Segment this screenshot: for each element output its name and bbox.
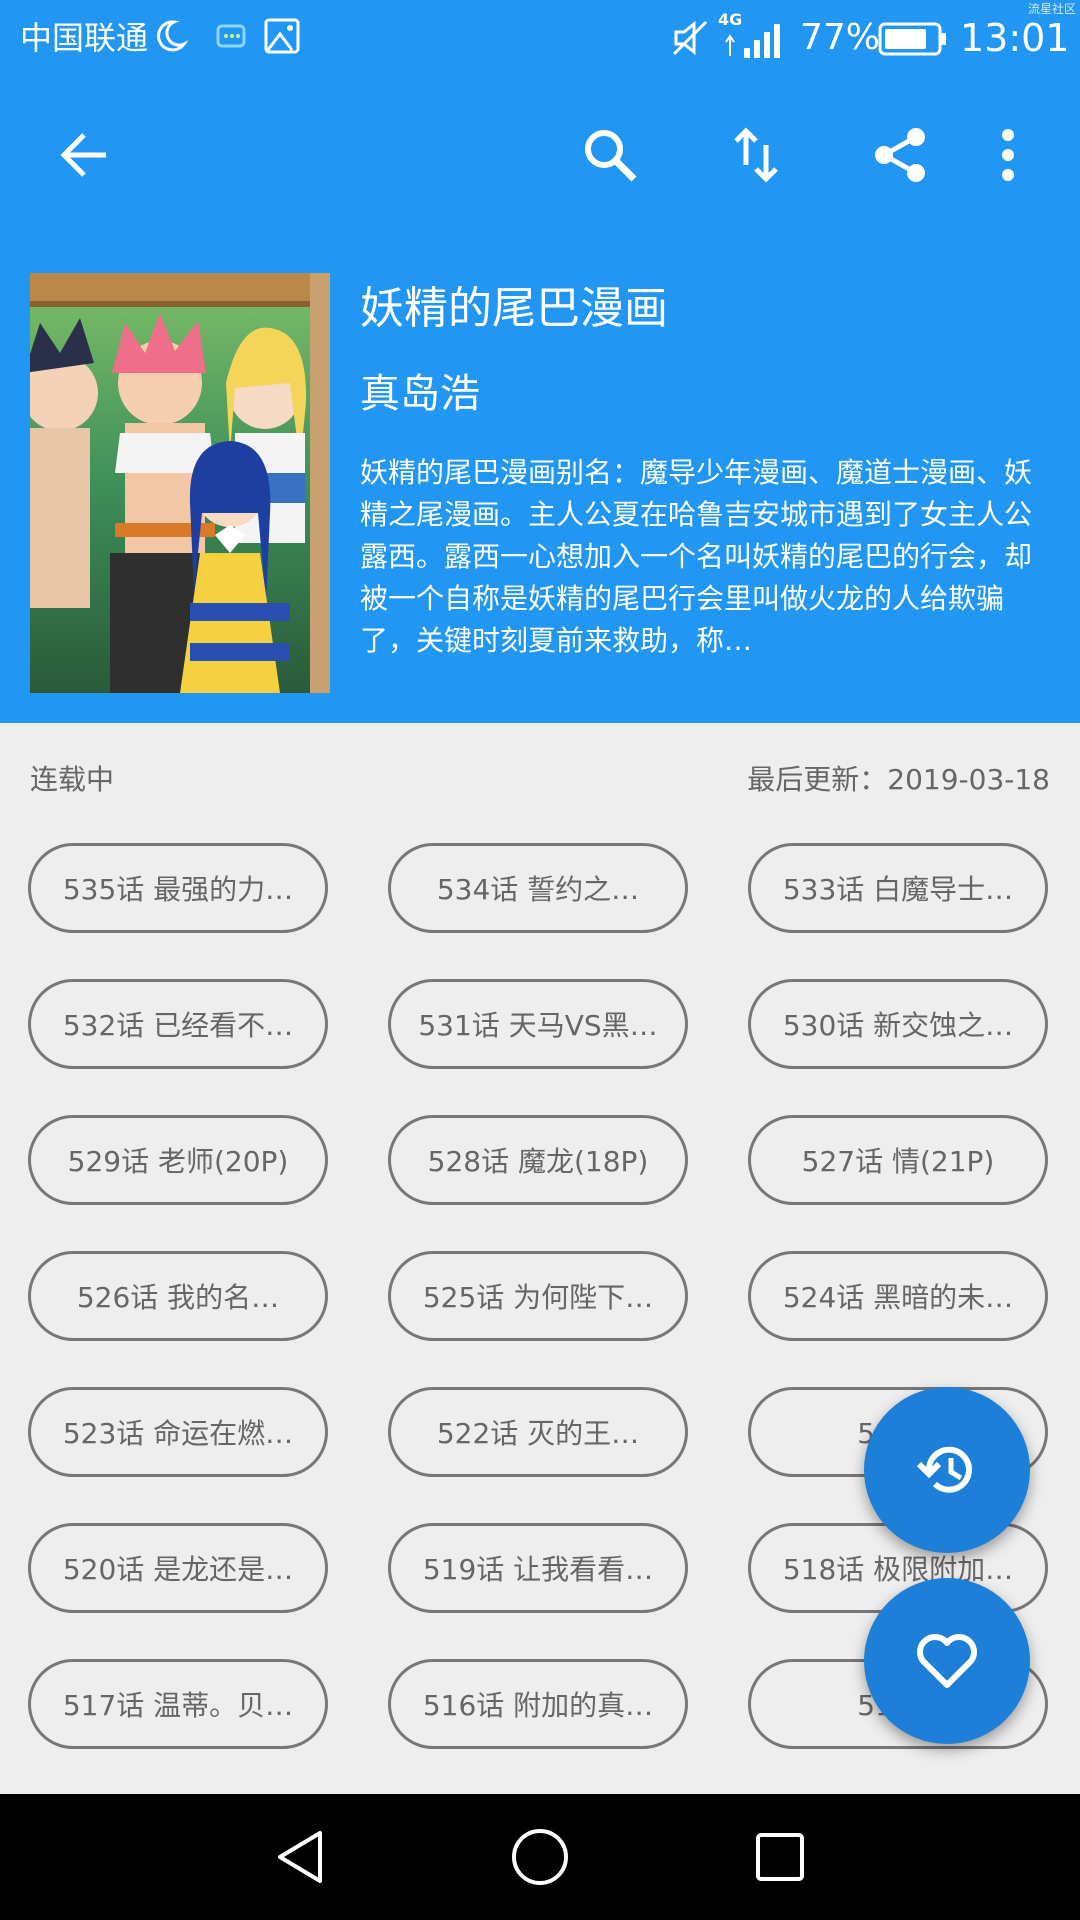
- chapter-chip[interactable]: 520话 是龙还是…: [28, 1523, 328, 1613]
- chapter-chip[interactable]: 527话 情(21P): [748, 1115, 1048, 1205]
- chapter-chip[interactable]: 525话 为何陛下…: [388, 1251, 688, 1341]
- chapter-chip[interactable]: 528话 魔龙(18P): [388, 1115, 688, 1205]
- favorite-fab[interactable]: [864, 1578, 1030, 1744]
- chapter-chip[interactable]: 534话 誓约之…: [388, 843, 688, 933]
- history-icon: [916, 1446, 972, 1493]
- chapter-chip[interactable]: 529话 老师(20P): [28, 1115, 328, 1205]
- nav-back-button[interactable]: [260, 1817, 340, 1897]
- home-circle-icon: [512, 1829, 568, 1885]
- nav-recents-button[interactable]: [740, 1817, 820, 1897]
- chapter-chip[interactable]: 522话 灭的王…: [388, 1387, 688, 1477]
- system-navigation-bar: [0, 1794, 1080, 1920]
- chapter-chip[interactable]: 523话 命运在燃…: [28, 1387, 328, 1477]
- chapter-chip[interactable]: 516话 附加的真…: [388, 1659, 688, 1749]
- chapter-chip[interactable]: 532话 已经看不…: [28, 979, 328, 1069]
- chapter-chip[interactable]: 530话 新交蚀之…: [748, 979, 1048, 1069]
- chapter-chip[interactable]: 519话 让我看看…: [388, 1523, 688, 1613]
- chapter-chip[interactable]: 524话 黑暗的未…: [748, 1251, 1048, 1341]
- chapter-chip[interactable]: 531话 天马VS黑…: [388, 979, 688, 1069]
- back-triangle-icon: [278, 1831, 322, 1883]
- heart-icon: [917, 1634, 977, 1688]
- chapter-chip[interactable]: 533话 白魔导士…: [748, 843, 1048, 933]
- recents-square-icon: [756, 1833, 804, 1881]
- chapter-chip[interactable]: 517话 温蒂。贝…: [28, 1659, 328, 1749]
- nav-home-button[interactable]: [500, 1817, 580, 1897]
- chapter-chip[interactable]: 535话 最强的力…: [28, 843, 328, 933]
- history-fab[interactable]: [864, 1387, 1030, 1553]
- chapter-chip[interactable]: 526话 我的名…: [28, 1251, 328, 1341]
